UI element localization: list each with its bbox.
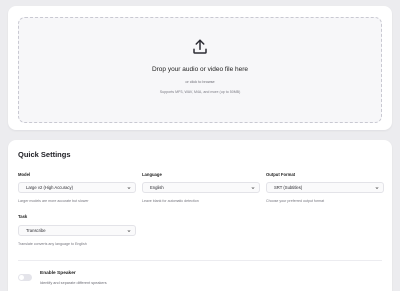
model-label: Model xyxy=(18,172,31,177)
output-format-label: Output Format xyxy=(266,172,296,177)
task-hint: Translate converts any language to Engli… xyxy=(18,242,87,246)
language-label: Language xyxy=(142,172,162,177)
chevron-down-icon xyxy=(251,187,255,190)
language-select-value: English xyxy=(150,185,164,190)
task-label: Task xyxy=(18,214,28,219)
model-select[interactable]: Large v2 (High Accuracy) xyxy=(18,182,136,193)
dropzone-formats: Supports MP3, WAV, M4A, and more (up to … xyxy=(159,90,241,94)
model-hint: Larger models are more accurate but slow… xyxy=(18,199,89,203)
task-select[interactable]: Transcribe xyxy=(18,225,136,236)
output-format-hint: Choose your preferred output format xyxy=(266,199,325,203)
language-select[interactable]: English xyxy=(142,182,260,193)
chevron-down-icon xyxy=(127,230,131,233)
model-select-value: Large v2 (High Accuracy) xyxy=(26,185,74,190)
settings-title: Quick Settings xyxy=(18,150,71,159)
upload-icon xyxy=(193,39,207,54)
language-hint: Leave blank for automatic detection xyxy=(142,199,199,203)
speaker-toggle-label: Enable Speaker xyxy=(40,271,76,276)
task-select-value: Transcribe xyxy=(26,228,46,233)
toggle-knob xyxy=(19,275,24,280)
settings-divider xyxy=(18,260,382,261)
dropzone-browse-hint[interactable]: or click to browse xyxy=(0,80,400,84)
chevron-down-icon xyxy=(127,187,131,190)
settings-card xyxy=(8,140,392,291)
speaker-toggle[interactable] xyxy=(18,274,32,281)
output-format-select[interactable]: SRT (Subtitles) xyxy=(266,182,384,193)
dropzone-title: Drop your audio or video file here xyxy=(151,66,249,73)
chevron-down-icon xyxy=(375,187,379,190)
output-format-select-value: SRT (Subtitles) xyxy=(274,185,303,190)
speaker-toggle-description: Identify and separate different speakers xyxy=(40,281,107,285)
